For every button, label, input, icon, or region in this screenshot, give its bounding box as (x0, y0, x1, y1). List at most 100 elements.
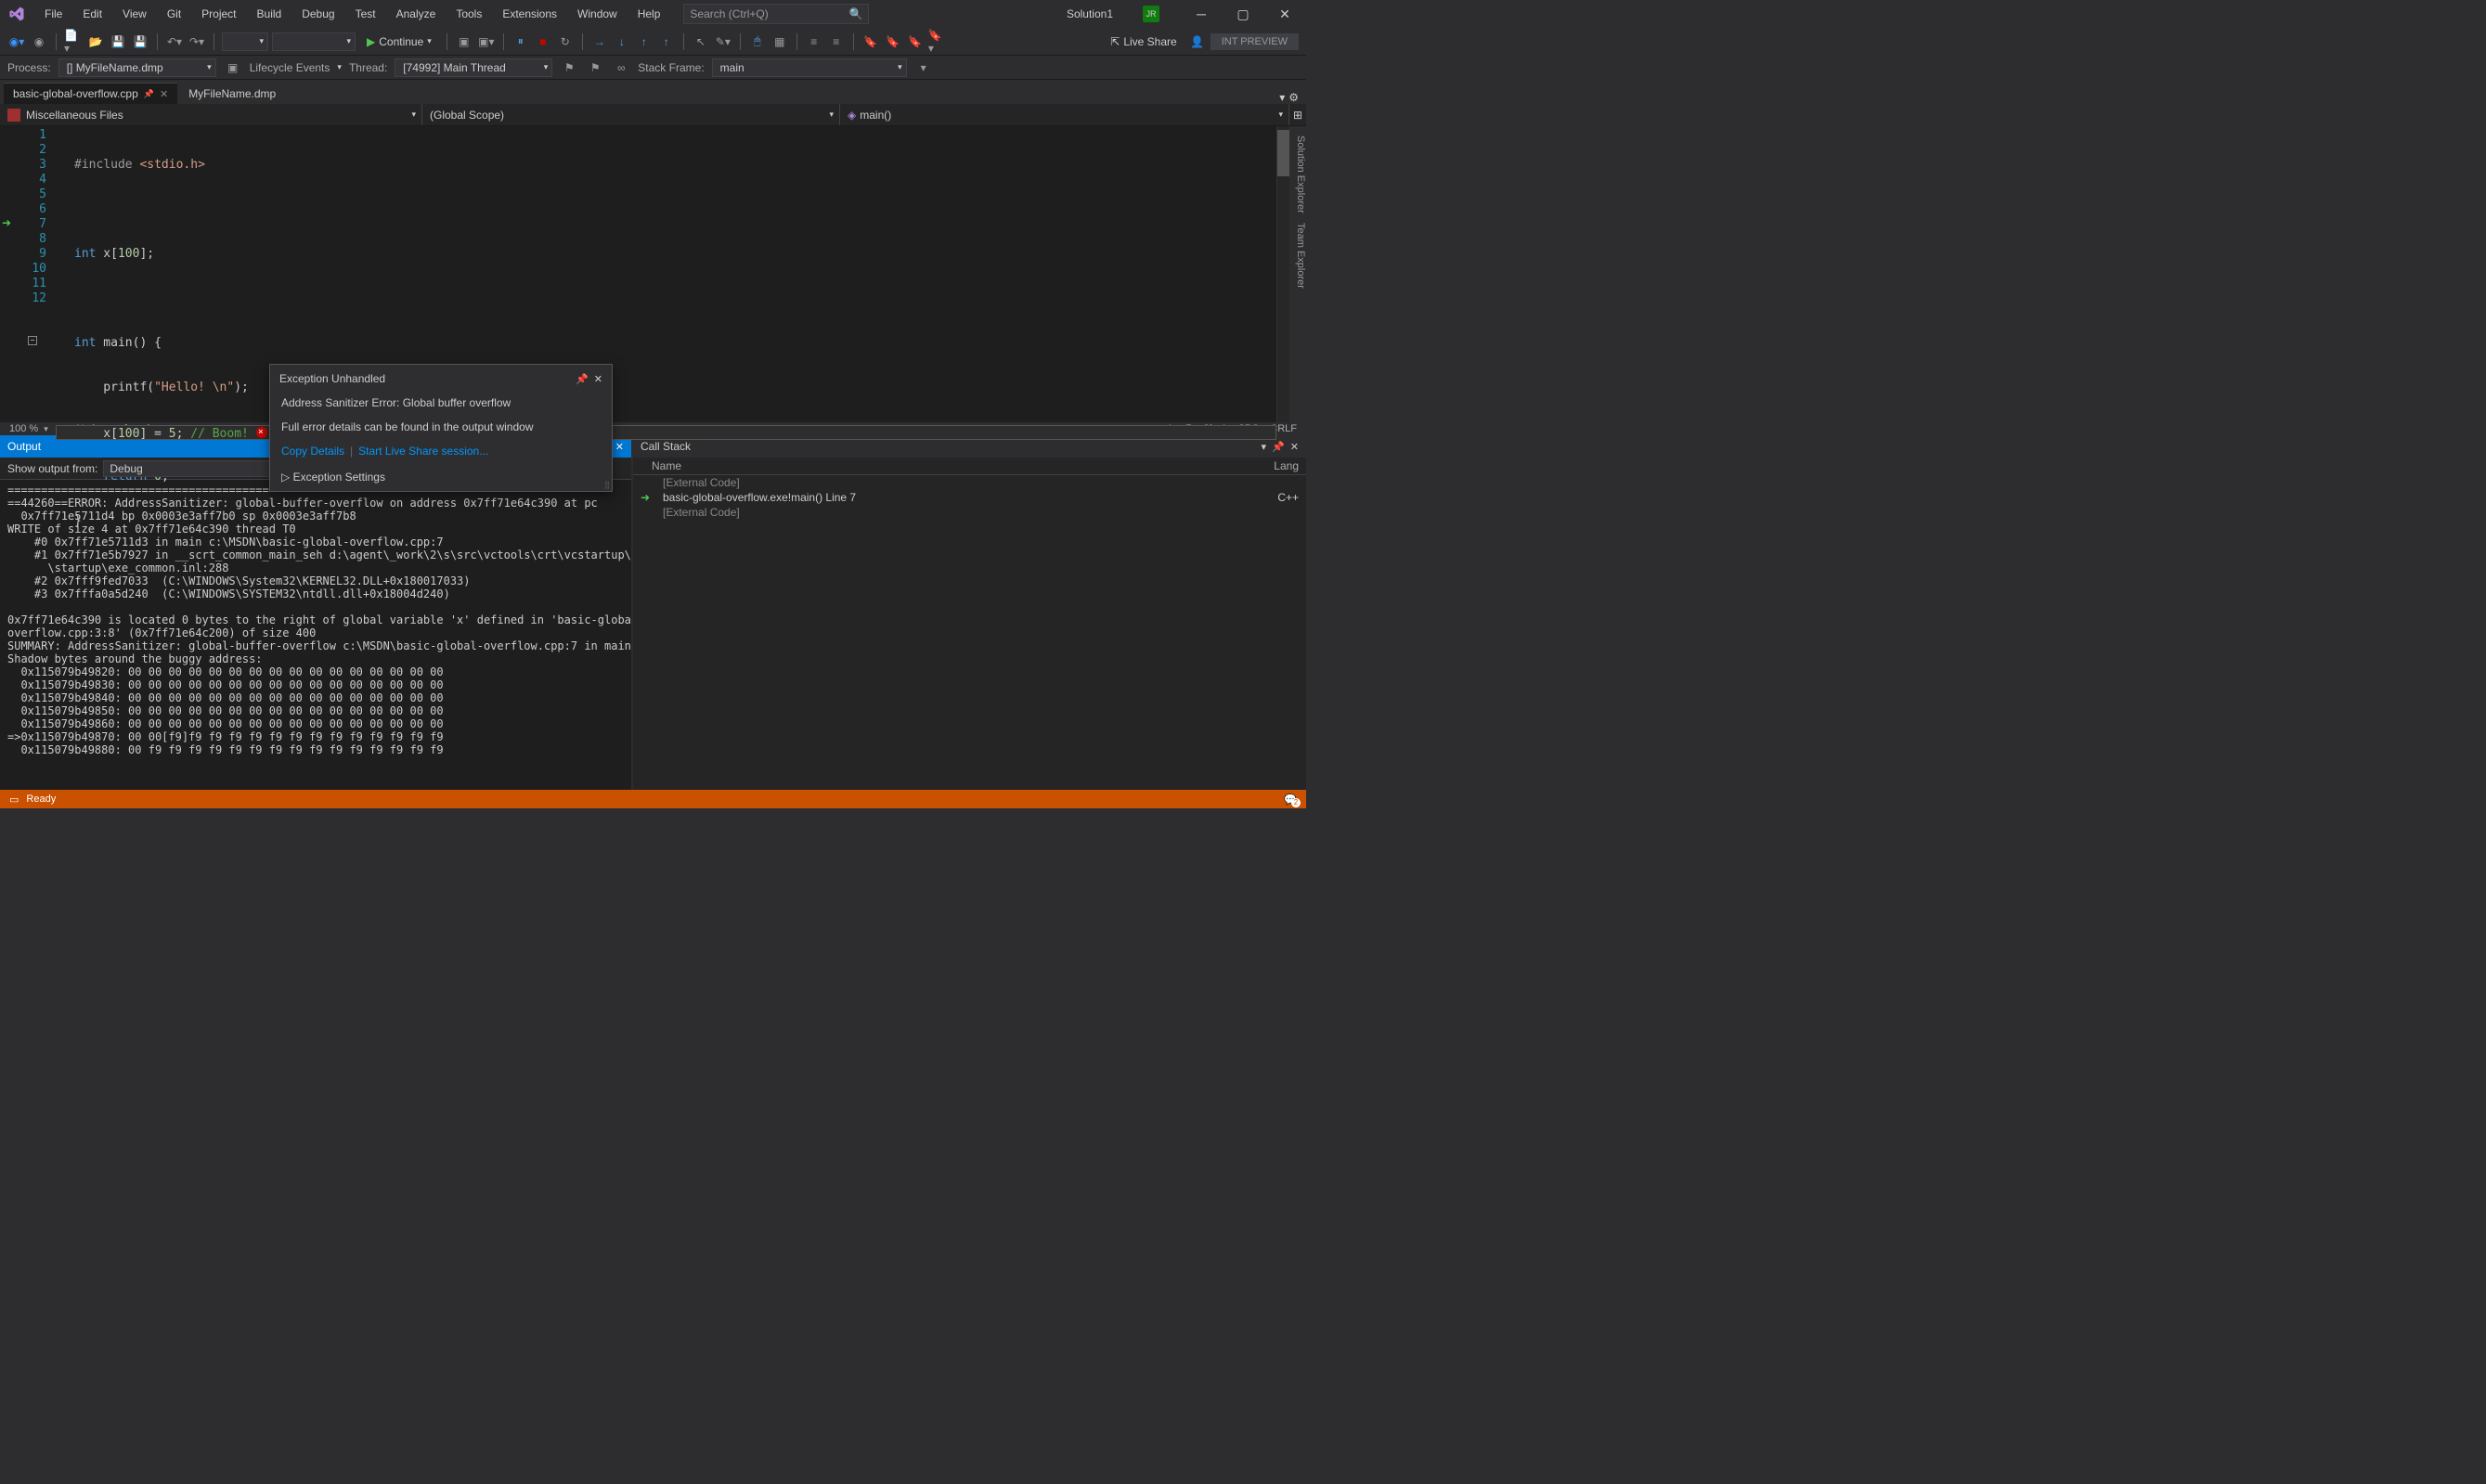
pin-icon[interactable]: 📌 (144, 89, 154, 99)
tool-icon-1[interactable]: ▣ (455, 32, 473, 51)
menu-tools[interactable]: Tools (447, 4, 491, 24)
menu-edit[interactable]: Edit (73, 4, 111, 24)
tab-basic-global-overflow[interactable]: basic-global-overflow.cpp 📌 ✕ (4, 83, 177, 104)
stackframe-dropdown[interactable]: main (712, 58, 907, 77)
nav-scope-dropdown[interactable]: (Global Scope) (422, 104, 840, 125)
continue-button[interactable]: ▶ Continue ▾ (359, 33, 439, 50)
project-icon (7, 109, 20, 122)
team-explorer-tab[interactable]: Team Explorer (1289, 223, 1306, 289)
indent-icon[interactable]: ≡ (805, 32, 823, 51)
nav-fwd-icon[interactable]: ◉ (30, 32, 48, 51)
nav-back-icon[interactable]: ◉▾ (7, 32, 26, 51)
bookmark-icon[interactable]: 🔖 (861, 32, 880, 51)
save-icon[interactable]: 💾 (109, 32, 127, 51)
stackframe-label: Stack Frame: (638, 61, 704, 74)
main-toolbar: ◉▾ ◉ 📄▾ 📂 💾 💾 ↶▾ ↷▾ ▶ Continue ▾ ▣ ▣▾ ⏸ … (0, 28, 1306, 56)
lifecycle-icon[interactable]: ▣ (224, 58, 242, 77)
menu-view[interactable]: View (113, 4, 156, 24)
pause-icon[interactable]: ⏸ (511, 32, 530, 51)
new-item-icon[interactable]: 📄▾ (64, 32, 83, 51)
redo-icon[interactable]: ↷▾ (188, 32, 206, 51)
restart-icon[interactable]: ↻ (556, 32, 575, 51)
tab-myfilename[interactable]: MyFileName.dmp (179, 84, 285, 104)
menu-debug[interactable]: Debug (292, 4, 343, 24)
open-icon[interactable]: 📂 (86, 32, 105, 51)
maximize-button[interactable]: ▢ (1229, 3, 1257, 26)
error-marker-icon[interactable] (256, 427, 267, 438)
outdent-icon[interactable]: ≡ (827, 32, 846, 51)
close-button[interactable]: ✕ (1271, 3, 1299, 26)
bookmark-clear-icon[interactable]: 🔖▾ (928, 32, 947, 51)
search-icon: 🔍 (848, 7, 862, 20)
zoom-dropdown-icon[interactable]: ▾ (44, 424, 48, 434)
nav-project-dropdown[interactable]: Miscellaneous Files (0, 104, 422, 125)
resize-grip-icon[interactable]: ⣿ (604, 481, 610, 489)
nav-split-icon[interactable]: ⊞ (1289, 104, 1306, 125)
menu-file[interactable]: File (35, 4, 71, 24)
threads-icon[interactable]: ∞ (612, 58, 630, 77)
expand-icon: ▷ (281, 471, 293, 484)
step-out-icon[interactable]: ↑ (635, 32, 654, 51)
notification-count: 2 (1291, 798, 1301, 807)
tool-icon-6[interactable]: ▦ (770, 32, 789, 51)
nav-member-dropdown[interactable]: ◈ main() (840, 104, 1289, 125)
code-content[interactable]: #include <stdio.h> int x[100]; −int main… (56, 126, 1276, 422)
tool-icon-2[interactable]: ▣▾ (477, 32, 496, 51)
flag2-icon[interactable]: ⚑ (586, 58, 604, 77)
pin-icon[interactable]: 📌 (576, 373, 589, 385)
status-bar: ▭ Ready 💬 2 (0, 790, 1306, 808)
tool-icon-5[interactable]: 🖱 (748, 32, 767, 51)
notifications-button[interactable]: 💬 2 (1284, 794, 1297, 806)
collapse-icon[interactable]: − (28, 336, 37, 345)
start-live-share-link[interactable]: Start Live Share session... (358, 445, 488, 458)
step-icon[interactable]: ↑ (657, 32, 676, 51)
close-icon[interactable]: ✕ (1290, 441, 1299, 453)
exception-detail: Full error details can be found in the o… (281, 420, 601, 433)
close-icon[interactable]: ✕ (594, 373, 602, 385)
menu-project[interactable]: Project (192, 4, 245, 24)
bookmark-prev-icon[interactable]: 🔖 (884, 32, 902, 51)
config-dropdown[interactable] (222, 32, 268, 51)
process-dropdown[interactable]: [] MyFileName.dmp (58, 58, 216, 77)
live-share-button[interactable]: ⇱ Live Share (1103, 33, 1184, 50)
zoom-level[interactable]: 100 % (9, 423, 38, 434)
exception-settings-toggle[interactable]: ▷ Exception Settings (270, 467, 612, 491)
menu-bar: File Edit View Git Project Build Debug T… (35, 4, 669, 24)
menu-build[interactable]: Build (248, 4, 291, 24)
flag-icon[interactable]: ⚑ (560, 58, 578, 77)
copy-details-link[interactable]: Copy Details (281, 445, 344, 458)
solution-explorer-tab[interactable]: Solution Explorer (1289, 135, 1306, 213)
menu-help[interactable]: Help (628, 4, 670, 24)
undo-icon[interactable]: ↶▾ (165, 32, 184, 51)
code-editor[interactable]: ➜ 1234 5678 9101112 #include <stdio.h> i… (0, 126, 1289, 422)
tab-settings-icon[interactable]: ⚙ (1288, 91, 1299, 104)
step-into-icon[interactable]: → (590, 32, 609, 51)
thread-label: Thread: (349, 61, 387, 74)
overflow-icon[interactable]: ▾ (914, 58, 933, 77)
minimize-button[interactable]: ─ (1187, 3, 1215, 26)
menu-analyze[interactable]: Analyze (387, 4, 446, 24)
scroll-map[interactable] (1276, 126, 1289, 422)
col-lang[interactable]: Lang (1274, 459, 1299, 472)
feedback-icon[interactable]: 👤 (1188, 32, 1207, 51)
search-input[interactable]: Search (Ctrl+Q) 🔍 (683, 4, 869, 24)
thread-dropdown[interactable]: [74992] Main Thread (395, 58, 552, 77)
tool-icon-4[interactable]: ✎▾ (714, 32, 732, 51)
menu-git[interactable]: Git (158, 4, 190, 24)
save-all-icon[interactable]: 💾 (131, 32, 149, 51)
stop-icon[interactable]: ■ (534, 32, 552, 51)
close-tab-icon[interactable]: ✕ (160, 88, 168, 100)
solution-name: Solution1 (1055, 6, 1124, 22)
step-over-icon[interactable]: ↓ (613, 32, 631, 51)
user-avatar[interactable]: JR (1143, 6, 1159, 22)
status-text: Ready (26, 794, 56, 805)
menu-test[interactable]: Test (346, 4, 385, 24)
menu-window[interactable]: Window (568, 4, 627, 24)
exception-title: Exception Unhandled (279, 372, 570, 385)
menu-extensions[interactable]: Extensions (493, 4, 566, 24)
platform-dropdown[interactable] (272, 32, 356, 51)
current-line-arrow-icon: ➜ (2, 216, 11, 229)
bookmark-next-icon[interactable]: 🔖 (906, 32, 925, 51)
tool-icon-3[interactable]: ↖ (692, 32, 710, 51)
tab-dropdown-icon[interactable]: ▾ (1279, 91, 1285, 104)
